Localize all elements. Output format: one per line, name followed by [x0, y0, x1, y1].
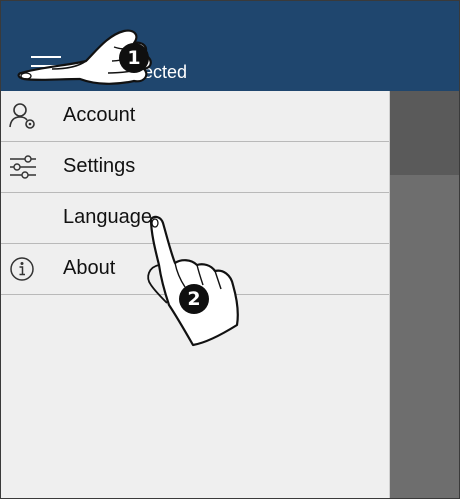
hamburger-menu-icon[interactable]	[31, 54, 63, 80]
menu-item-label: Account	[63, 104, 136, 126]
app-screen: ected Account Settings Language About 1 …	[0, 0, 460, 499]
step-1-badge: 1	[119, 43, 149, 73]
app-bar-title: ected	[143, 62, 188, 82]
step-2-badge: 2	[179, 284, 209, 314]
menu-item-label: Settings	[63, 155, 136, 177]
info-icon	[8, 255, 38, 283]
menu-item-account[interactable]: Account	[1, 91, 389, 142]
account-settings-icon	[8, 102, 38, 130]
app-bar: ected	[1, 1, 459, 91]
sliders-icon	[8, 153, 38, 181]
menu-item-label: Language	[63, 206, 152, 228]
menu-item-label: About	[63, 257, 116, 279]
menu-item-language[interactable]: Language	[1, 193, 389, 244]
menu-item-settings[interactable]: Settings	[1, 142, 389, 193]
